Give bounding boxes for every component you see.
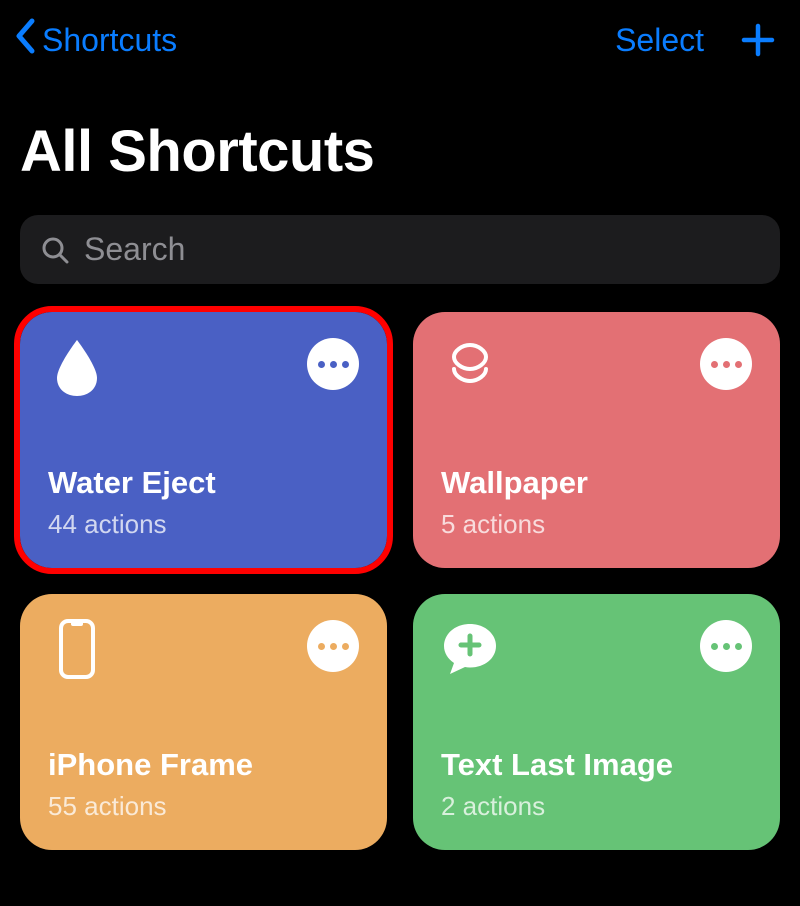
tile-subtitle: 44 actions [48, 509, 359, 540]
tile-subtitle: 2 actions [441, 791, 752, 822]
add-button[interactable] [740, 22, 776, 58]
layers-icon [441, 338, 499, 396]
back-label: Shortcuts [42, 22, 177, 59]
page-title: All Shortcuts [0, 74, 800, 205]
tile-subtitle: 5 actions [441, 509, 752, 540]
shortcut-tile[interactable]: Water Eject 44 actions [20, 312, 387, 568]
more-button[interactable] [700, 620, 752, 672]
select-button[interactable]: Select [615, 22, 704, 59]
phone-icon [48, 620, 106, 678]
more-button[interactable] [307, 620, 359, 672]
search-input[interactable]: Search [20, 215, 780, 284]
more-button[interactable] [700, 338, 752, 390]
water-drop-icon [48, 338, 106, 396]
tile-title: iPhone Frame [48, 747, 359, 783]
more-button[interactable] [307, 338, 359, 390]
tile-title: Water Eject [48, 465, 359, 501]
shortcut-tile[interactable]: Wallpaper 5 actions [413, 312, 780, 568]
tile-title: Text Last Image [441, 747, 752, 783]
speech-plus-icon [441, 620, 499, 678]
chevron-back-icon [14, 18, 36, 62]
search-placeholder: Search [84, 231, 185, 268]
tile-subtitle: 55 actions [48, 791, 359, 822]
shortcut-tile[interactable]: Text Last Image 2 actions [413, 594, 780, 850]
tile-title: Wallpaper [441, 465, 752, 501]
nav-bar: Shortcuts Select [0, 0, 800, 74]
nav-right: Select [615, 22, 776, 59]
search-icon [40, 235, 70, 265]
back-button[interactable]: Shortcuts [14, 18, 177, 62]
shortcut-tile[interactable]: iPhone Frame 55 actions [20, 594, 387, 850]
shortcuts-grid: Water Eject 44 actions Wallpaper 5 actio… [0, 312, 800, 850]
